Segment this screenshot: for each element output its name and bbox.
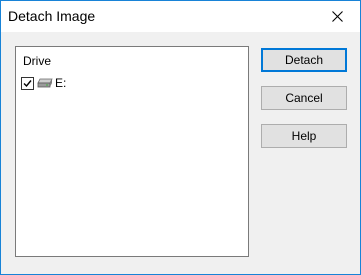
drive-column-header: Drive xyxy=(23,54,52,68)
checkmark-icon xyxy=(23,79,32,87)
drive-list[interactable]: Drive E: xyxy=(15,46,249,257)
close-icon xyxy=(331,11,343,22)
close-button[interactable] xyxy=(314,1,360,32)
list-item[interactable]: E: xyxy=(21,75,66,91)
detach-image-dialog: Detach Image Drive E: Detach Cancel Help xyxy=(0,0,361,275)
drive-label: E: xyxy=(55,76,67,90)
help-button[interactable]: Help xyxy=(261,124,347,148)
drive-icon xyxy=(37,78,53,88)
title-bar[interactable]: Detach Image xyxy=(1,1,360,32)
detach-button[interactable]: Detach xyxy=(261,48,347,72)
cancel-button[interactable]: Cancel xyxy=(261,86,347,110)
drive-checkbox[interactable] xyxy=(21,76,34,90)
window-title: Detach Image xyxy=(8,8,96,24)
